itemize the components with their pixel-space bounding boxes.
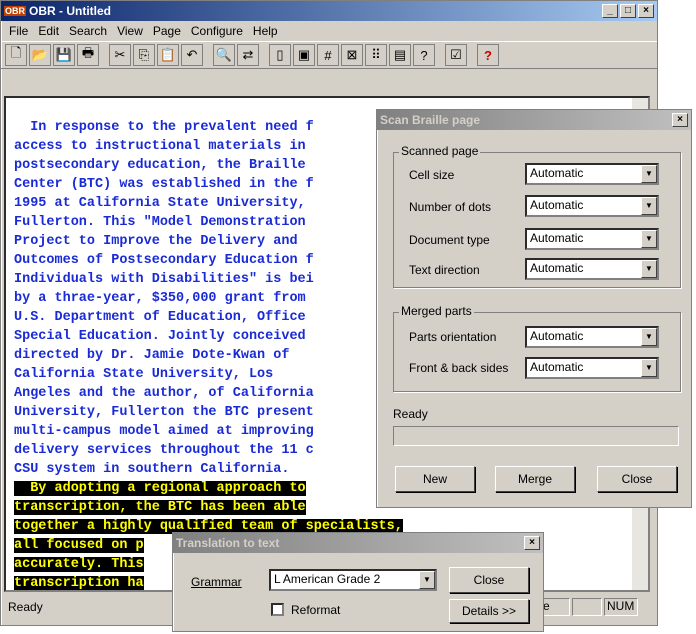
- print-icon[interactable]: 🖶: [77, 44, 99, 66]
- menu-help[interactable]: Help: [248, 24, 283, 38]
- menu-page[interactable]: Page: [148, 24, 186, 38]
- status-num: NUM: [604, 598, 638, 616]
- details-button[interactable]: Details >>: [449, 599, 529, 623]
- textdir-select[interactable]: Automatic ▼: [525, 258, 659, 280]
- maximize-button[interactable]: □: [620, 4, 636, 18]
- cell-size-select[interactable]: Automatic ▼: [525, 163, 659, 185]
- main-titlebar[interactable]: OBR OBR - Untitled _ □ ×: [1, 1, 657, 21]
- merge-button[interactable]: Merge: [495, 466, 575, 492]
- undo-icon[interactable]: ↶: [181, 44, 203, 66]
- close-button[interactable]: ×: [638, 4, 654, 18]
- menu-search[interactable]: Search: [64, 24, 112, 38]
- merged-parts-label: Merged parts: [399, 304, 474, 318]
- doctype-value: Automatic: [530, 231, 584, 245]
- parts-orientation-value: Automatic: [530, 329, 584, 343]
- toolbar: 🗋 📂 💾 🖶 ✂ ⎘ 📋 ↶ 🔍 ⇄ ▯ ▣ # ⊠ ⠿ ▤ ? ☑ ?: [1, 41, 657, 69]
- page2-icon[interactable]: ▣: [293, 44, 315, 66]
- minimize-button[interactable]: _: [602, 4, 618, 18]
- scan-titlebar[interactable]: Scan Braille page ×: [377, 110, 691, 130]
- chevron-down-icon[interactable]: ▼: [641, 230, 657, 248]
- save-icon[interactable]: 💾: [53, 44, 75, 66]
- grid-icon[interactable]: #: [317, 44, 339, 66]
- copy-icon[interactable]: ⎘: [133, 44, 155, 66]
- find-icon[interactable]: 🔍: [213, 44, 235, 66]
- progress-bar: [393, 426, 679, 446]
- abc-icon[interactable]: ?: [413, 44, 435, 66]
- scan-title: Scan Braille page: [380, 113, 481, 127]
- textdir-value: Automatic: [530, 261, 584, 275]
- dots-value: Automatic: [530, 198, 584, 212]
- app-logo-icon: OBR: [4, 6, 26, 16]
- front-back-select[interactable]: Automatic ▼: [525, 357, 659, 379]
- status-empty: [572, 598, 602, 616]
- translation-dialog: Translation to text × Grammar L American…: [172, 532, 544, 632]
- front-back-label: Front & back sides: [409, 361, 509, 375]
- cut-icon[interactable]: ✂: [109, 44, 131, 66]
- menu-configure[interactable]: Configure: [186, 24, 248, 38]
- textdir-label: Text direction: [409, 263, 480, 277]
- doctype-select[interactable]: Automatic ▼: [525, 228, 659, 250]
- open-icon[interactable]: 📂: [29, 44, 51, 66]
- ready-label: Ready: [393, 407, 428, 421]
- grammar-label: Grammar: [191, 575, 242, 589]
- chevron-down-icon[interactable]: ▼: [641, 359, 657, 377]
- cell-size-label: Cell size: [409, 168, 455, 182]
- status-e: e: [540, 598, 570, 616]
- grammar-select[interactable]: L American Grade 2 ▼: [269, 569, 437, 591]
- window-title: OBR - Untitled: [29, 4, 111, 18]
- status-text: Ready: [8, 600, 43, 614]
- dots-label: Number of dots: [409, 200, 492, 214]
- doctype-label: Document type: [409, 233, 490, 247]
- menu-edit[interactable]: Edit: [33, 24, 64, 38]
- front-back-value: Automatic: [530, 360, 584, 374]
- scanned-page-label: Scanned page: [399, 144, 481, 158]
- properties-icon[interactable]: ☑: [445, 44, 467, 66]
- menu-view[interactable]: View: [112, 24, 148, 38]
- menu-file[interactable]: File: [4, 24, 33, 38]
- translation-close-icon[interactable]: ×: [524, 536, 540, 550]
- menu-bar: File Edit Search View Page Configure Hel…: [1, 21, 657, 41]
- cell-size-value: Automatic: [530, 166, 584, 180]
- new-button[interactable]: New: [395, 466, 475, 492]
- chevron-down-icon[interactable]: ▼: [641, 165, 657, 183]
- parts-orientation-label: Parts orientation: [409, 330, 497, 344]
- chevron-down-icon[interactable]: ▼: [641, 260, 657, 278]
- scan-dialog: Scan Braille page × Scanned page Cell si…: [376, 109, 692, 508]
- chevron-down-icon[interactable]: ▼: [641, 328, 657, 346]
- page-icon[interactable]: ▯: [269, 44, 291, 66]
- translation-close-button[interactable]: Close: [449, 567, 529, 593]
- help-icon[interactable]: ?: [477, 44, 499, 66]
- dots-select[interactable]: Automatic ▼: [525, 195, 659, 217]
- new-icon[interactable]: 🗋: [5, 44, 27, 66]
- chevron-down-icon[interactable]: ▼: [641, 197, 657, 215]
- grammar-value: L American Grade 2: [274, 572, 381, 586]
- cross-icon[interactable]: ⊠: [341, 44, 363, 66]
- reformat-label[interactable]: Reformat: [291, 603, 340, 617]
- scan-close-button[interactable]: Close: [597, 466, 677, 492]
- braille-icon[interactable]: ⠿: [365, 44, 387, 66]
- replace-icon[interactable]: ⇄: [237, 44, 259, 66]
- translation-titlebar[interactable]: Translation to text ×: [173, 533, 543, 553]
- scan-close-icon[interactable]: ×: [672, 113, 688, 127]
- translation-title: Translation to text: [176, 536, 280, 550]
- parts-orientation-select[interactable]: Automatic ▼: [525, 326, 659, 348]
- chevron-down-icon[interactable]: ▼: [419, 571, 435, 589]
- paste-icon[interactable]: 📋: [157, 44, 179, 66]
- merged-parts-group: [393, 312, 681, 392]
- table-icon[interactable]: ▤: [389, 44, 411, 66]
- reformat-checkbox[interactable]: [271, 603, 284, 616]
